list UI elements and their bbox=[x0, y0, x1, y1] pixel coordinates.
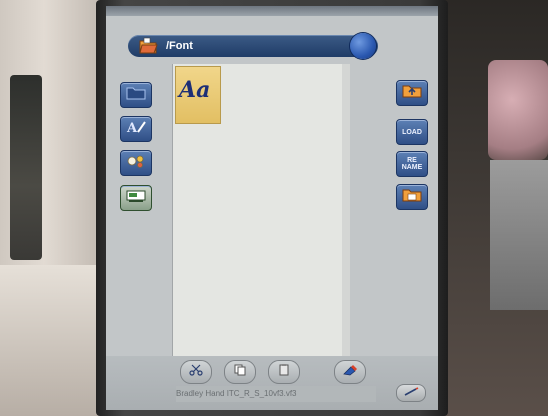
font-edit-button[interactable]: A bbox=[120, 116, 152, 142]
font-file-icon: Aa bbox=[179, 77, 211, 103]
device-screen: /Font Aa A LOAD RE NAME Bradley Hand ITC… bbox=[106, 6, 438, 410]
list-scroll-track[interactable] bbox=[342, 64, 350, 356]
embroidery-pattern-icon bbox=[125, 153, 147, 174]
paste-icon bbox=[276, 363, 292, 381]
cut-icon bbox=[188, 363, 204, 381]
pen-button[interactable] bbox=[396, 384, 426, 402]
new-folder-button[interactable] bbox=[396, 184, 428, 210]
background-cloth bbox=[488, 60, 548, 160]
background-recess bbox=[10, 75, 42, 260]
status-filename: Bradley Hand ITC_R_S_10vf3.vf3 bbox=[176, 386, 376, 402]
rename-icon: RE NAME bbox=[401, 157, 423, 171]
file-list[interactable]: Aa bbox=[172, 64, 350, 356]
path-label: /Font bbox=[166, 40, 193, 52]
folder-up-icon bbox=[401, 83, 423, 104]
sewing-machine-icon bbox=[125, 188, 147, 209]
folder-open-icon bbox=[138, 37, 158, 55]
background-left-lower bbox=[0, 265, 100, 416]
delete-icon bbox=[342, 363, 358, 381]
copy-button[interactable] bbox=[224, 360, 256, 384]
path-scroll-knob[interactable] bbox=[350, 33, 376, 59]
path-bar[interactable]: /Font bbox=[128, 35, 378, 57]
delete-button[interactable] bbox=[334, 360, 366, 384]
embroidery-pattern-button[interactable] bbox=[120, 150, 152, 176]
svg-text:A: A bbox=[126, 121, 138, 135]
background-box bbox=[490, 160, 548, 310]
bottom-toolbar: Bradley Hand ITC_R_S_10vf3.vf3 bbox=[106, 356, 438, 410]
copy-icon bbox=[232, 363, 248, 381]
paste-button[interactable] bbox=[268, 360, 300, 384]
font-edit-icon: A bbox=[125, 119, 147, 140]
top-strip bbox=[106, 6, 438, 16]
folder-button[interactable] bbox=[120, 82, 152, 108]
folder-up-button[interactable] bbox=[396, 80, 428, 106]
font-file-item[interactable]: Aa bbox=[175, 66, 221, 124]
load-icon: LOAD bbox=[402, 128, 422, 136]
folder-icon bbox=[126, 86, 146, 105]
sewing-machine-button[interactable] bbox=[120, 185, 152, 211]
pen-icon bbox=[403, 384, 419, 402]
load-button[interactable]: LOAD bbox=[396, 119, 428, 145]
rename-button[interactable]: RE NAME bbox=[396, 151, 428, 177]
new-folder-icon bbox=[401, 187, 423, 208]
cut-button[interactable] bbox=[180, 360, 212, 384]
